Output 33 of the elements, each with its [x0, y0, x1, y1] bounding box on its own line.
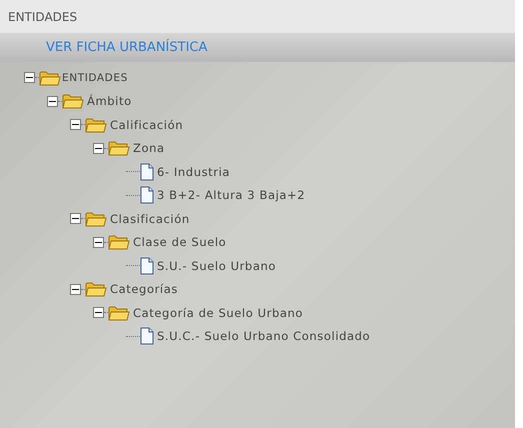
collapse-toggle[interactable] — [70, 284, 81, 295]
tree-item[interactable]: Categorías — [110, 282, 178, 296]
tree-item[interactable]: S.U.C.- Suelo Urbano Consolidado — [157, 329, 370, 344]
tree-item[interactable]: Ámbito — [87, 94, 132, 108]
tree-item[interactable]: 6- Industria — [157, 164, 230, 179]
collapse-toggle[interactable] — [70, 213, 81, 224]
folder-icon — [39, 70, 61, 86]
document-icon — [140, 186, 154, 204]
collapse-toggle[interactable] — [24, 72, 35, 84]
panel-title: ENTIDADES — [8, 10, 78, 24]
folder-icon — [62, 93, 84, 110]
folder-icon — [108, 140, 130, 156]
tree-item[interactable]: Clase de Suelo — [133, 235, 226, 250]
folder-icon — [108, 234, 130, 250]
collapse-toggle[interactable] — [93, 236, 104, 248]
document-icon — [140, 256, 154, 275]
collapse-toggle[interactable] — [93, 307, 104, 318]
collapse-toggle[interactable] — [47, 96, 58, 107]
folder-icon — [85, 116, 107, 133]
tree-item[interactable]: Categoría de Suelo Urbano — [133, 306, 304, 320]
tree-item[interactable]: S.U.- Suelo Urbano — [157, 258, 276, 273]
document-icon — [140, 327, 154, 346]
tree-item[interactable]: Clasificación — [110, 212, 190, 226]
folder-icon — [108, 304, 130, 321]
folder-icon — [85, 281, 107, 298]
collapse-toggle[interactable] — [93, 142, 104, 154]
document-icon — [140, 162, 154, 181]
folder-icon — [85, 210, 107, 227]
tree-item[interactable]: Calificación — [110, 118, 184, 132]
collapse-toggle[interactable] — [70, 119, 81, 130]
tree-item[interactable]: ENTIDADES — [62, 72, 128, 84]
tree-item[interactable]: Zona — [133, 141, 165, 156]
tree-item[interactable]: 3 B+2- Altura 3 Baja+2 — [157, 188, 306, 202]
